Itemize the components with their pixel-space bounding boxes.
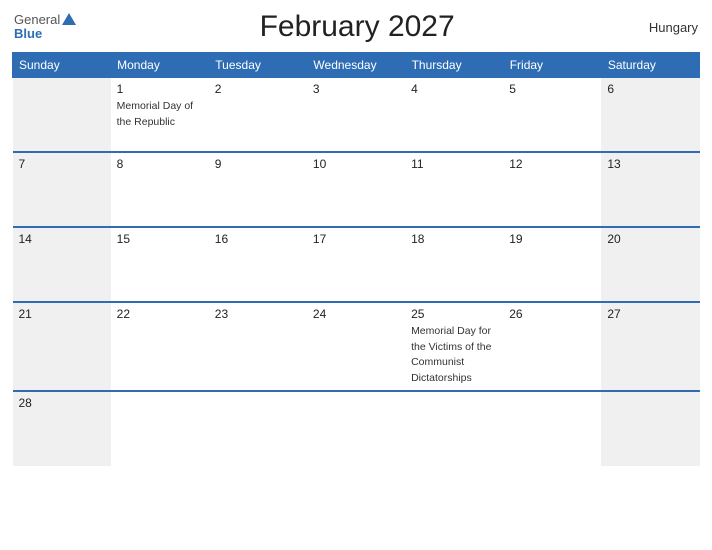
country-name: Hungary	[638, 20, 698, 35]
day-number: 17	[313, 232, 399, 246]
calendar-cell: 6	[601, 77, 699, 152]
logo-triangle-icon	[62, 13, 76, 25]
day-number: 8	[117, 157, 203, 171]
logo-blue-text: Blue	[14, 27, 42, 41]
calendar-cell: 10	[307, 152, 405, 227]
day-number: 5	[509, 82, 595, 96]
day-number: 22	[117, 307, 203, 321]
day-number: 11	[411, 157, 497, 171]
calendar-cell: 13	[601, 152, 699, 227]
day-number: 1	[117, 82, 203, 96]
calendar-header-row: SundayMondayTuesdayWednesdayThursdayFrid…	[13, 53, 700, 78]
calendar-cell: 14	[13, 227, 111, 302]
logo: GeneralBlue	[14, 13, 76, 42]
calendar-cell: 8	[111, 152, 209, 227]
calendar-cell: 23	[209, 302, 307, 391]
day-number: 9	[215, 157, 301, 171]
calendar-cell	[601, 391, 699, 466]
col-header-thursday: Thursday	[405, 53, 503, 78]
calendar-table: SundayMondayTuesdayWednesdayThursdayFrid…	[12, 52, 700, 466]
calendar-title: February 2027	[76, 10, 638, 44]
week-row-2: 789 10 11 12 13	[13, 152, 700, 227]
calendar-cell: 20	[601, 227, 699, 302]
day-number: 24	[313, 307, 399, 321]
calendar-page: GeneralBlue February 2027 Hungary Sunday…	[0, 0, 712, 550]
col-header-friday: Friday	[503, 53, 601, 78]
col-header-tuesday: Tuesday	[209, 53, 307, 78]
calendar-cell: 19	[503, 227, 601, 302]
day-number: 4	[411, 82, 497, 96]
calendar-cell: 11	[405, 152, 503, 227]
col-header-wednesday: Wednesday	[307, 53, 405, 78]
col-header-monday: Monday	[111, 53, 209, 78]
calendar-cell: 7	[13, 152, 111, 227]
day-number: 10	[313, 157, 399, 171]
day-number: 3	[313, 82, 399, 96]
calendar-cell	[209, 391, 307, 466]
calendar-cell: 24	[307, 302, 405, 391]
day-number: 23	[215, 307, 301, 321]
logo-general-text: General	[14, 13, 60, 27]
day-number: 27	[607, 307, 693, 321]
calendar-cell: 5	[503, 77, 601, 152]
calendar-cell: 22	[111, 302, 209, 391]
day-number: 15	[117, 232, 203, 246]
calendar-cell: 26	[503, 302, 601, 391]
calendar-cell: 4	[405, 77, 503, 152]
calendar-cell	[503, 391, 601, 466]
day-number: 18	[411, 232, 497, 246]
day-number: 14	[19, 232, 105, 246]
calendar-header: GeneralBlue February 2027 Hungary	[12, 10, 700, 44]
holiday-name: Memorial Day of the Republic	[117, 100, 193, 128]
calendar-cell: 17	[307, 227, 405, 302]
calendar-cell: 25 Memorial Day for the Victims of the Co…	[405, 302, 503, 391]
week-row-1: 1 Memorial Day of the Republic 23456	[13, 77, 700, 152]
day-number: 19	[509, 232, 595, 246]
calendar-cell	[111, 391, 209, 466]
week-row-3: 14 15 16 17 18 19 20	[13, 227, 700, 302]
calendar-cell: 18	[405, 227, 503, 302]
calendar-cell: 21	[13, 302, 111, 391]
calendar-cell: 1 Memorial Day of the Republic	[111, 77, 209, 152]
col-header-sunday: Sunday	[13, 53, 111, 78]
day-number: 28	[19, 396, 105, 410]
calendar-cell: 3	[307, 77, 405, 152]
calendar-cell: 27	[601, 302, 699, 391]
day-number: 2	[215, 82, 301, 96]
day-number: 20	[607, 232, 693, 246]
day-number: 25	[411, 307, 497, 321]
calendar-cell: 16	[209, 227, 307, 302]
day-number: 6	[607, 82, 693, 96]
calendar-cell	[13, 77, 111, 152]
calendar-cell: 12	[503, 152, 601, 227]
calendar-cell	[405, 391, 503, 466]
day-number: 12	[509, 157, 595, 171]
calendar-cell: 2	[209, 77, 307, 152]
calendar-cell	[307, 391, 405, 466]
col-header-saturday: Saturday	[601, 53, 699, 78]
week-row-4: 21 22 23 24 25 Memorial Day for the Victims o…	[13, 302, 700, 391]
week-row-5: 28	[13, 391, 700, 466]
day-number: 13	[607, 157, 693, 171]
day-number: 7	[19, 157, 105, 171]
holiday-name: Memorial Day for the Victims of the Comm…	[411, 325, 491, 384]
day-number: 16	[215, 232, 301, 246]
day-number: 26	[509, 307, 595, 321]
calendar-cell: 28	[13, 391, 111, 466]
calendar-cell: 9	[209, 152, 307, 227]
day-number: 21	[19, 307, 105, 321]
calendar-cell: 15	[111, 227, 209, 302]
